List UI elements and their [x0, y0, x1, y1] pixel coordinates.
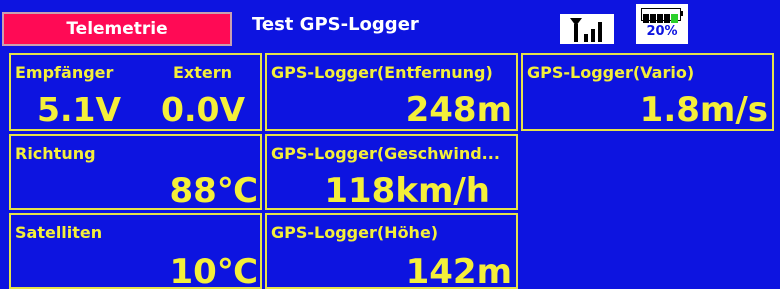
- satelliten-label: Satelliten: [15, 223, 103, 242]
- tile-satelliten[interactable]: Satelliten 10℃: [9, 213, 262, 289]
- tile-vario[interactable]: GPS-Logger(Vario) 1.8m/s: [521, 53, 774, 131]
- tile-receiver-voltages[interactable]: Empfänger Extern 5.1V 0.0V: [9, 53, 262, 131]
- extern-label: Extern: [173, 63, 233, 82]
- tile-richtung[interactable]: Richtung 88℃: [9, 134, 262, 210]
- vario-value: 1.8m/s: [639, 90, 768, 130]
- top-bar: Telemetrie Test GPS-Logger 20%: [0, 0, 780, 46]
- richtung-label: Richtung: [15, 144, 96, 163]
- vario-label: GPS-Logger(Vario): [527, 63, 695, 82]
- signal-strength-icon: [560, 14, 614, 44]
- battery-indicator: 20%: [636, 4, 688, 44]
- empfaenger-label: Empfänger: [15, 63, 114, 82]
- hoehe-label: GPS-Logger(Höhe): [271, 223, 439, 242]
- hoehe-value: 142m: [405, 252, 512, 289]
- extern-value: 0.0V: [161, 90, 245, 129]
- battery-nub: [680, 11, 683, 16]
- tile-geschwindigkeit[interactable]: GPS-Logger(Geschwind... 118km/h: [265, 134, 518, 210]
- geschwindigkeit-label: GPS-Logger(Geschwind...: [271, 144, 500, 163]
- entfernung-label: GPS-Logger(Entfernung): [271, 63, 493, 82]
- geschwindigkeit-value: 118km/h: [324, 171, 490, 210]
- tile-entfernung[interactable]: GPS-Logger(Entfernung) 248m: [265, 53, 518, 131]
- satelliten-value: 10℃: [169, 252, 259, 289]
- entfernung-value: 248m: [405, 90, 512, 130]
- tile-hoehe[interactable]: GPS-Logger(Höhe) 142m: [265, 213, 518, 289]
- battery-icon: [641, 8, 681, 23]
- empfaenger-value: 5.1V: [37, 90, 121, 129]
- tab-telemetrie[interactable]: Telemetrie: [2, 12, 232, 46]
- tab-telemetrie-label: Telemetrie: [66, 19, 168, 39]
- screen-title: Test GPS-Logger: [252, 14, 419, 35]
- battery-percent: 20%: [646, 24, 678, 39]
- richtung-value: 88℃: [169, 171, 259, 210]
